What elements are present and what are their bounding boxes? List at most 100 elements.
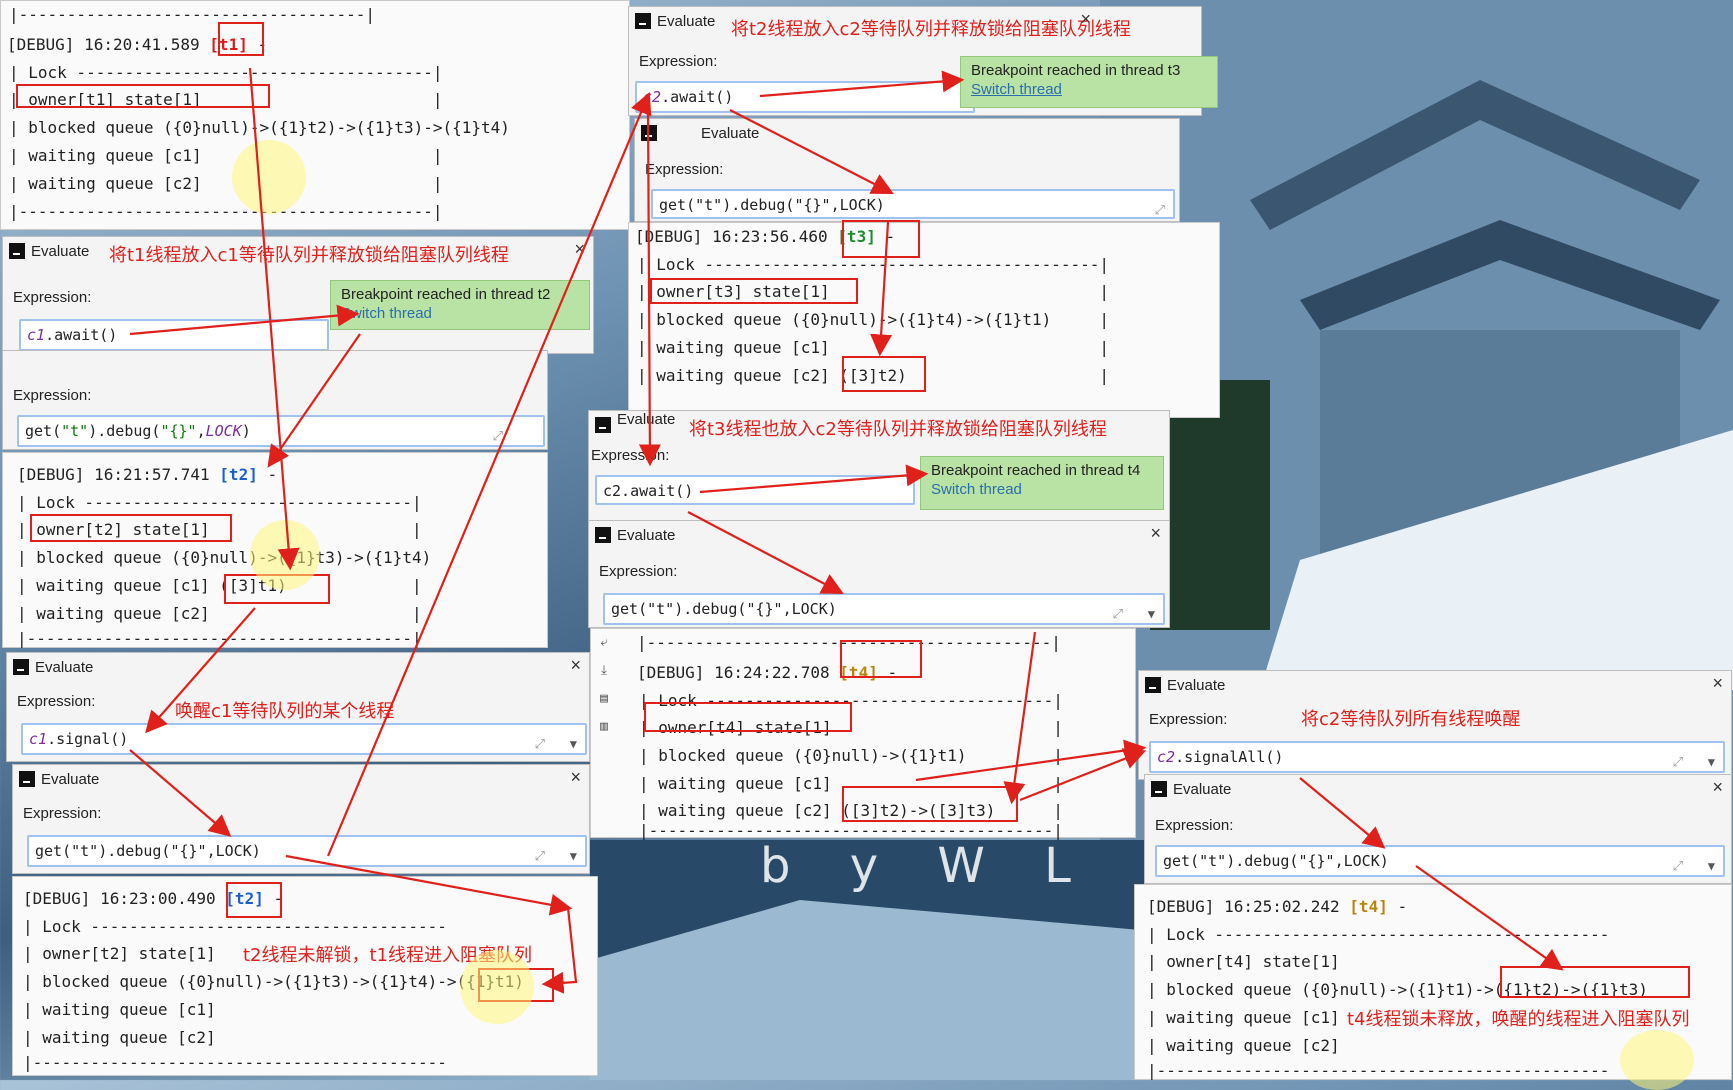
console-line: | waiting queue [c2] (23, 1028, 216, 1047)
dash: - (263, 889, 284, 908)
expand-icon[interactable]: ⤢ (535, 843, 545, 871)
console-line: | owner[t4] state[1] | (639, 718, 1063, 737)
console-line: |------------------------------------| (9, 5, 376, 24)
intellij-logo-icon (641, 125, 657, 141)
tooltip-message: Breakpoint reached in thread t3 (971, 62, 1181, 79)
debug-header: [DEBUG] 16:24:22.708 [t4] - (637, 663, 897, 683)
console-line: | waiting queue [c1] (23, 1000, 216, 1019)
console-line: | waiting queue [c1] ([3]t1) | (17, 576, 422, 595)
scroll-to-end-icon[interactable]: ⤓ (593, 657, 615, 685)
expr-text: get("t").debug("{}",LOCK) (35, 842, 261, 860)
expression-label: Expression: (645, 161, 724, 178)
expand-icon[interactable]: ⤢ (1155, 197, 1165, 225)
expand-icon[interactable]: ⤢ (1673, 749, 1683, 777)
lock-variable: LOCK (205, 422, 242, 440)
close-icon[interactable]: × (1080, 9, 1091, 30)
breakpoint-tooltip-t2: Breakpoint reached in thread t2 Switch t… (330, 280, 590, 330)
soft-wrap-icon[interactable]: ⤶ (593, 629, 615, 657)
chevron-down-icon[interactable]: ▼ (1708, 748, 1715, 776)
intellij-logo-icon (13, 659, 29, 675)
expand-icon[interactable]: ⤢ (493, 423, 503, 451)
console-line: |---------------------------------------… (17, 629, 422, 648)
close-icon[interactable]: × (1712, 673, 1723, 694)
close-icon[interactable]: × (570, 655, 581, 676)
expression-input[interactable]: c2.await() (595, 475, 915, 505)
expr-part: ) (241, 422, 251, 440)
expand-icon[interactable]: ⤢ (1113, 601, 1123, 629)
expression-input[interactable]: get("t").debug("{}",LOCK) ⤢ ▼ (603, 593, 1165, 625)
switch-thread-link[interactable]: Switch thread (341, 304, 579, 323)
dash: - (257, 465, 278, 484)
intellij-logo-icon (19, 771, 35, 787)
dialog-title: Evaluate (617, 527, 676, 544)
thread-tag: [t4] (839, 663, 878, 682)
debug-header: [DEBUG] 16:25:02.242 [t4] - (1147, 897, 1407, 917)
chevron-down-icon[interactable]: ▼ (1148, 600, 1155, 628)
expression-label: Expression: (17, 693, 96, 710)
expr-part: get( (25, 422, 62, 440)
console-line: | owner[t2] state[1] | (17, 520, 422, 539)
expression-input[interactable]: c2.await() (635, 81, 975, 113)
evaluate-dialog-c1-signal: Evaluate × Expression: 唤醒c1等待队列的某个线程 c1.… (6, 652, 590, 762)
expression-label: Expression: (591, 447, 670, 464)
expand-icon[interactable]: ⤢ (1673, 853, 1683, 881)
intellij-logo-icon (635, 13, 651, 29)
console-line: | owner[t3] state[1] | (637, 282, 1110, 301)
annotation-text: 将c2等待队列所有线程唤醒 (1301, 709, 1521, 730)
console-line: |---------------------------------------… (639, 821, 1063, 840)
chevron-down-icon[interactable]: ▼ (570, 842, 577, 870)
switch-thread-link[interactable]: Switch thread (931, 480, 1153, 499)
annotation-text: 将t1线程放入c1等待队列并释放锁给阻塞队列线程 (109, 245, 509, 266)
dash: - (877, 663, 898, 682)
console-line: | Lock ---------------------------------… (9, 63, 443, 82)
dialog-title: Evaluate (41, 771, 100, 788)
chevron-down-icon[interactable]: ▼ (570, 730, 577, 758)
console-line: |---------------------------------------… (9, 202, 443, 221)
method-call: .await() (45, 326, 118, 344)
console-line: | owner[t1] state[1] | (9, 90, 443, 109)
console-output-6: [DEBUG] 16:25:02.242 [t4] - | Lock -----… (1134, 884, 1732, 1080)
intellij-logo-icon (1145, 677, 1161, 693)
console-line: | Lock ---------------------------------… (23, 917, 447, 936)
console-line: | blocked queue ({0}null)->({1}t1)->({1}… (1147, 980, 1648, 999)
timestamp: [DEBUG] 16:25:02.242 (1147, 897, 1350, 916)
expression-input[interactable]: get("t").debug("{}",LOCK) ⤢ (17, 415, 545, 447)
expression-input[interactable]: c1.signal() ⤢ ▼ (21, 723, 587, 755)
evaluate-dialog-debug-3: Evaluate Expression: get("t").debug("{}"… (634, 118, 1180, 222)
chevron-down-icon[interactable]: ▼ (1708, 852, 1715, 880)
close-icon[interactable]: × (570, 767, 581, 788)
expression-input[interactable]: c2.signalAll() ⤢ ▼ (1149, 741, 1725, 773)
close-icon[interactable]: × (1712, 777, 1723, 798)
expression-input[interactable]: get("t").debug("{}",LOCK) ⤢ ▼ (27, 835, 587, 867)
trash-icon[interactable]: ▥ (593, 713, 615, 741)
close-icon[interactable]: × (1150, 523, 1161, 544)
dialog-title: Evaluate (1173, 781, 1232, 798)
console-line: | blocked queue ({0}null)->({1}t4)->({1}… (637, 310, 1110, 329)
evaluate-dialog-debug-5: Evaluate × Expression: get("t").debug("{… (1144, 774, 1732, 884)
expression-input[interactable]: get("t").debug("{}",LOCK) ⤢ (651, 189, 1175, 219)
console-line: | Lock ---------------------------------… (637, 255, 1110, 274)
expression-input[interactable]: c1.await() (19, 319, 329, 351)
console-line: | blocked queue ({0}null)->({1}t3)->({1}… (23, 972, 524, 991)
debug-header: [DEBUG] 16:23:00.490 [t2] - (23, 889, 283, 909)
expr-string: "{}" (160, 422, 197, 440)
dash: - (1387, 897, 1408, 916)
console-line: | waiting queue [c2] (1147, 1036, 1340, 1055)
close-icon[interactable]: × (574, 239, 585, 260)
print-icon[interactable]: ▤ (593, 685, 615, 713)
annotation-text: 将t3线程也放入c2等待队列并释放锁给阻塞队列线程 (689, 419, 1107, 440)
console-line: |---------------------------------------… (637, 633, 1061, 652)
timestamp: [DEBUG] 16:23:56.460 (635, 227, 838, 246)
console-line: | blocked queue ({0}null)->({1}t2)->({1}… (9, 118, 510, 137)
debug-header: [DEBUG] 16:20:41.589 [t1] - (7, 35, 267, 55)
expr-text: get("t").debug("{}",LOCK) (659, 196, 885, 214)
switch-thread-link[interactable]: Switch thread (971, 80, 1207, 99)
dialog-title: Evaluate (31, 243, 90, 260)
expand-icon[interactable]: ⤢ (535, 731, 545, 759)
expression-input[interactable]: get("t").debug("{}",LOCK) ⤢ ▼ (1155, 845, 1725, 877)
condition-variable: c1 (27, 326, 46, 344)
evaluate-dialog-debug-2: Evaluate × Expression: get("t").debug("{… (12, 764, 590, 874)
breakpoint-tooltip-t4: Breakpoint reached in thread t4 Switch t… (920, 456, 1164, 510)
expr-text: c2.await() (603, 482, 694, 500)
thread-tag: [t2] (219, 465, 258, 484)
